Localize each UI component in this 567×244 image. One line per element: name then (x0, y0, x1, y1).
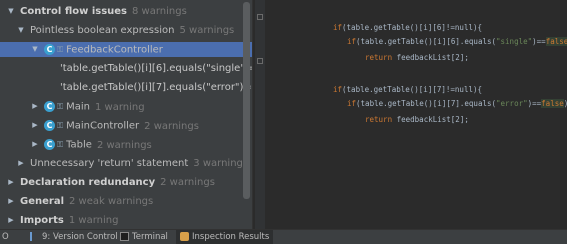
tree-group-node[interactable]: ▼ Control flow issues 8 warnings (0, 4, 187, 19)
tree-problem-item[interactable]: 'table.getTable()[i][6].equals("single")… (0, 61, 252, 76)
code-text: (table.getTable()[i][6]!=null){ (342, 23, 483, 32)
tree-node-label: MainController (66, 120, 140, 132)
tree-node-label: Main (66, 101, 90, 113)
keyword: return (365, 53, 393, 62)
expand-arrow-icon[interactable]: ▼ (16, 23, 26, 38)
highlighted-boolean: false (545, 37, 567, 46)
tree-scrollbar[interactable] (243, 2, 250, 199)
class-icon: C (44, 139, 55, 150)
tree-class-node[interactable]: ▶ C ⚿ MainController 2 warnings (0, 118, 199, 133)
fold-marker-icon[interactable] (257, 58, 263, 64)
code-text: (table.getTable()[i][7]!=null){ (342, 85, 483, 94)
warning-count: 2 warnings (160, 177, 215, 188)
collapse-arrow-icon[interactable]: ▶ (6, 213, 16, 228)
collapse-arrow-icon[interactable]: ▶ (30, 118, 40, 133)
class-icon: C (44, 120, 55, 131)
inspection-results-label: Inspection Results (192, 232, 270, 242)
tree-node-label: Control flow issues (20, 6, 128, 17)
tree-node-label: FeedbackController (66, 44, 163, 56)
collapse-arrow-icon[interactable]: ▶ (6, 175, 16, 190)
expand-arrow-icon[interactable]: ▼ (30, 42, 40, 57)
warning-count: 2 warnings (144, 120, 199, 132)
access-modifier-icon: ⚿ (57, 102, 64, 111)
tree-node-label: Imports (20, 215, 64, 226)
collapse-arrow-icon[interactable]: ▶ (30, 137, 40, 152)
warning-count: 1 warning (94, 101, 145, 113)
tree-node-label: Pointless boolean expression (30, 25, 175, 36)
code-text: )== (532, 37, 546, 46)
terminal-tab[interactable]: Terminal (120, 230, 168, 244)
code-line-if-6: if(table.getTable()[i][6]!=null){ (333, 22, 482, 34)
keyword: if (347, 37, 357, 46)
terminal-label: Terminal (132, 232, 168, 242)
access-modifier-icon: ⚿ (57, 45, 64, 54)
version-control-label: 9: Version Control (42, 232, 118, 242)
warning-count: 5 warnings (179, 25, 235, 36)
tree-node-label: Table (66, 139, 92, 151)
inspection-results-tab[interactable]: Inspection Results (176, 230, 274, 244)
tree-node-label: 'table.getTable()[i][7].equals("error")=… (60, 82, 252, 93)
fold-marker-icon[interactable] (257, 14, 263, 20)
warning-count: 1 warning (68, 215, 119, 226)
inspection-icon (180, 232, 189, 241)
keyword: if (347, 99, 357, 108)
tree-class-node[interactable]: ▶ C ⚿ Table 2 warnings (0, 137, 152, 152)
collapse-arrow-icon[interactable]: ▶ (6, 194, 16, 209)
tree-problem-item[interactable]: 'table.getTable()[i][7].equals("error")=… (0, 80, 252, 95)
code-editor[interactable]: if(table.getTable()[i][6]!=null){ if(tab… (265, 0, 567, 229)
inspection-tree: ▼ Control flow issues 8 warnings ▼ Pointless… (0, 0, 252, 229)
code-text: feedbackList[2]; (392, 53, 469, 62)
code-text: (table.getTable()[i][7].equals( (356, 99, 497, 108)
keyword: return (365, 115, 393, 124)
tree-node-label: General (20, 196, 64, 207)
class-icon: C (44, 101, 55, 112)
version-control-icon (30, 232, 39, 241)
terminal-icon (120, 232, 129, 241)
tree-node-label: Declaration redundancy (20, 177, 156, 188)
access-modifier-icon: ⚿ (57, 121, 64, 130)
string-literal: "single" (496, 37, 533, 46)
warning-count: 2 warnings (96, 139, 152, 151)
code-line-equals-single: if(table.getTable()[i][6].equals("single… (347, 36, 567, 48)
class-icon: C (44, 44, 55, 55)
collapse-arrow-icon[interactable]: ▶ (16, 156, 26, 171)
code-line-return: return feedbackList[2]; (365, 52, 469, 64)
expand-arrow-icon[interactable]: ▼ (6, 4, 16, 19)
code-text: )== (527, 99, 542, 108)
editor-gutter (255, 0, 265, 229)
tree-class-node[interactable]: ▶ C ⚿ Main 1 warning (0, 99, 145, 114)
version-control-tab[interactable]: 9: Version Control (30, 230, 118, 244)
tree-group-node[interactable]: ▶ Unnecessary 'return' statement 3 warning… (0, 156, 248, 171)
code-text: feedbackList[2]; (392, 115, 469, 124)
code-line-return: return feedbackList[2]; (365, 114, 469, 126)
collapse-arrow-icon[interactable]: ▶ (30, 99, 40, 114)
tree-class-node[interactable]: ▼ C ⚿ FeedbackController (0, 42, 252, 57)
bottom-tool-bar: O 9: Version Control Terminal Inspection… (0, 229, 567, 244)
tree-node-label: Unnecessary 'return' statement (30, 158, 189, 169)
code-line-if-7: if(table.getTable()[i][7]!=null){ (333, 84, 482, 96)
tree-group-node[interactable]: ▶ Declaration redundancy 2 warnings (0, 175, 215, 190)
code-line-equals-error: if(table.getTable()[i][7].equals("error"… (347, 98, 567, 110)
tree-node-label: 'table.getTable()[i][6].equals("single")… (60, 63, 252, 74)
access-modifier-icon: ⚿ (57, 140, 64, 149)
warning-count: 2 weak warnings (69, 196, 154, 207)
warning-count: 3 warnings (193, 158, 249, 169)
keyword: if (333, 85, 343, 94)
tool-window-fragment[interactable]: O (2, 230, 9, 244)
code-text: (table.getTable()[i][6].equals( (356, 37, 497, 46)
tree-group-node[interactable]: ▶ General 2 weak warnings (0, 194, 153, 209)
string-literal: "error" (496, 99, 528, 108)
highlighted-boolean: false (541, 99, 564, 108)
tree-group-node[interactable]: ▼ Pointless boolean expression 5 warnings (0, 23, 234, 38)
keyword: if (333, 23, 343, 32)
tree-group-node[interactable]: ▶ Imports 1 warning (0, 213, 118, 228)
warning-count: 8 warnings (132, 6, 187, 17)
